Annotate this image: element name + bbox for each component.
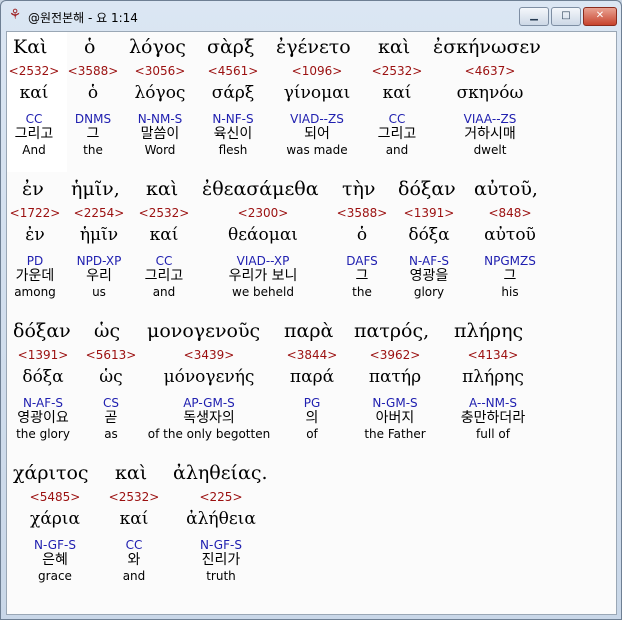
strong-number: <4637> — [464, 64, 516, 78]
app-logo-icon: ⚘ — [8, 7, 22, 23]
strong-number: <225> — [199, 490, 243, 504]
word-analysis[interactable]: <4637> σκηνόω VIAA--ZS 거하시매 dwelt — [420, 64, 560, 157]
strong-number: <4134> — [467, 348, 519, 362]
app-window: ⚘ @원전본해 - 요 1:14 ▁ □ ✕ Καὶ ὁ λόγος σὰρξ ἐγέν… — [0, 0, 622, 620]
window-title: @원전본해 - 요 1:14 — [28, 11, 138, 25]
english-gloss: dwelt — [473, 143, 507, 157]
title-bar[interactable]: ⚘ @원전본해 - 요 1:14 ▁ □ ✕ — [1, 1, 621, 31]
close-icon: ✕ — [595, 10, 605, 21]
lemma: πλήρης — [462, 367, 524, 387]
greek-word[interactable]: πλήρης — [454, 319, 523, 343]
greek-word[interactable]: λόγος — [129, 35, 186, 59]
minimize-button[interactable]: ▁ — [519, 7, 549, 26]
lemma: σκηνόω — [456, 83, 524, 103]
parsing-code: NPGMZS — [484, 254, 536, 268]
greek-word[interactable]: δόξαν — [13, 319, 71, 343]
greek-word[interactable]: δόξαν — [398, 177, 456, 201]
word-analysis[interactable]: <225> ἀλήθεια N-GF-S 진리가 truth — [151, 490, 291, 583]
greek-word[interactable]: χάριτος — [13, 461, 89, 485]
greek-word[interactable]: ὁ — [84, 35, 95, 59]
greek-word[interactable]: καὶ — [146, 177, 178, 201]
greek-word[interactable]: Καὶ — [13, 35, 47, 59]
word-analysis[interactable]: <848> αὐτοῦ NPGMZS 그 his — [440, 206, 580, 299]
greek-word[interactable]: σὰρξ — [207, 35, 254, 59]
greek-word[interactable]: καὶ — [378, 35, 410, 59]
greek-word[interactable]: πατρός, — [354, 319, 429, 343]
greek-word[interactable]: ἐν — [22, 177, 44, 201]
parsing-code: VIAA--ZS — [463, 112, 517, 126]
interlinear-view[interactable]: Καὶ ὁ λόγος σὰρξ ἐγένετο καὶ ἐσκήνωσεν <2532> κα… — [6, 31, 617, 615]
korean-gloss: 그 — [503, 268, 517, 284]
maximize-icon: □ — [561, 10, 571, 21]
close-button[interactable]: ✕ — [583, 7, 617, 26]
english-gloss: full of — [476, 427, 510, 441]
maximize-button[interactable]: □ — [551, 7, 581, 26]
parsing-code: A--NM-S — [469, 396, 517, 410]
greek-word[interactable]: ὡς — [94, 319, 120, 343]
korean-gloss: 진리가 — [201, 552, 241, 568]
strong-number: <848> — [488, 206, 532, 220]
greek-word[interactable]: ἀληθείας. — [173, 461, 268, 485]
greek-word[interactable]: μονογενοῦς — [147, 319, 260, 343]
greek-word[interactable]: ἐγένετο — [276, 35, 351, 59]
greek-word[interactable]: αὐτοῦ, — [474, 177, 538, 201]
greek-word[interactable]: ἡμῖν, — [71, 177, 120, 201]
greek-word[interactable]: ἐθεασάμεθα — [202, 177, 319, 201]
english-gloss: truth — [206, 569, 236, 583]
lemma: ἀλήθεια — [186, 509, 256, 529]
korean-gloss: 거하시매 — [464, 126, 516, 142]
lemma: αὐτοῦ — [484, 225, 536, 245]
greek-word[interactable]: καὶ — [115, 461, 147, 485]
greek-word[interactable]: τὴν — [342, 177, 375, 201]
greek-word[interactable]: παρὰ — [284, 319, 333, 343]
word-analysis[interactable]: <4134> πλήρης A--NM-S 충만하더라 full of — [423, 348, 563, 441]
korean-gloss: 충만하더라 — [460, 410, 526, 426]
parsing-code: N-GF-S — [200, 538, 242, 552]
minimize-icon: ▁ — [530, 10, 538, 21]
english-gloss: his — [501, 285, 519, 299]
greek-word[interactable]: ἐσκήνωσεν — [433, 35, 541, 59]
